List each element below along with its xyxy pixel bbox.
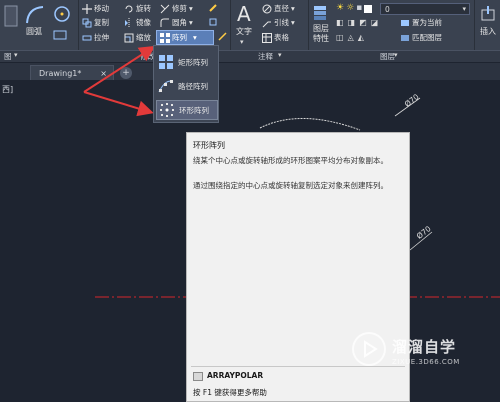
trim-dropdown-icon[interactable]: ▾ <box>189 2 193 16</box>
rotate-icon <box>124 4 134 14</box>
array-dropdown-menu: 矩形阵列 路径阵列 环形阵列 <box>153 45 219 123</box>
layer-state-icons: ☀ ☼ ▪ <box>336 3 386 15</box>
layer-combo-dropdown-icon[interactable]: ▾ <box>462 4 466 15</box>
explode-icon[interactable] <box>208 17 218 27</box>
scale-button[interactable]: 缩放 <box>124 31 151 45</box>
color-swatch-icon[interactable] <box>364 5 373 13</box>
tooltip-help-hint: 按 F1 键获得更多帮助 <box>193 388 267 397</box>
rotate-button[interactable]: 旋转 <box>124 2 151 16</box>
layer-off-icon[interactable]: ◩ <box>359 18 367 30</box>
layer-properties-icon[interactable] <box>312 4 330 22</box>
watermark-name: 溜溜自学 <box>392 338 457 356</box>
layer-tools-row2-icons: ◫ ◬ ◭ <box>336 33 384 45</box>
layer-merge-icon[interactable]: ◬ <box>348 33 354 45</box>
copy-button[interactable]: 复制 <box>82 16 109 30</box>
path-array-icon <box>158 78 174 94</box>
array-icon <box>160 32 170 43</box>
layer-freeze-icon[interactable]: ◨ <box>348 18 356 30</box>
circle-tool-icon[interactable] <box>52 4 72 24</box>
text-dropdown-icon[interactable]: ▾ <box>240 38 244 46</box>
document-tab-bar: Drawing1* × + <box>0 63 500 80</box>
draw-panel-expand-icon[interactable]: ▾ <box>14 51 18 59</box>
ribbon-panel-title-bar: 图 ▾ 修改 注释 ▾ 图层 ▾ <box>0 50 500 62</box>
leader-icon <box>262 18 272 28</box>
set-current-icon <box>400 18 410 28</box>
fillet-button[interactable]: 圆角 ▾ <box>160 16 193 30</box>
arc-tool-label: 圆弧 <box>26 27 42 36</box>
menu-item-path-array[interactable]: 路径阵列 <box>156 76 218 96</box>
lightbulb-icon[interactable]: ☀ <box>336 3 344 15</box>
table-button[interactable]: 表格 <box>262 31 289 45</box>
dimension-icon <box>262 4 272 14</box>
watermark: 溜溜自学 ZIXUE.3D66.COM <box>352 322 470 394</box>
offset-icon[interactable] <box>218 32 228 42</box>
tooltip-title: 环形阵列 <box>193 141 225 150</box>
copy-icon <box>82 18 92 28</box>
move-icon <box>82 4 92 14</box>
mirror-icon <box>124 18 134 28</box>
trim-button[interactable]: 修剪 ▾ <box>160 2 193 16</box>
polar-array-icon <box>159 102 175 118</box>
stretch-button[interactable]: 拉伸 <box>82 31 109 45</box>
command-icon <box>193 372 203 381</box>
arc-tool-icon[interactable] <box>24 4 46 26</box>
watermark-logo-icon <box>352 332 386 366</box>
scale-icon <box>124 33 134 43</box>
sun-icon[interactable]: ☼ <box>346 3 354 15</box>
menu-item-rectangular-array[interactable]: 矩形阵列 <box>156 52 218 72</box>
stretch-icon <box>82 33 92 43</box>
layer-properties-label: 图层 特性 <box>313 24 329 43</box>
draw-panel-title[interactable]: 图 <box>4 51 12 63</box>
array-button[interactable]: 阵列 ▾ <box>156 30 214 45</box>
move-button[interactable]: 移动 <box>82 2 109 16</box>
layer-lock-icon[interactable]: ◪ <box>371 18 379 30</box>
line-tool-icon[interactable] <box>4 4 18 28</box>
text-tool-label: 文字 <box>236 27 252 36</box>
array-dropdown-icon[interactable]: ▾ <box>193 33 197 42</box>
table-icon <box>262 33 272 43</box>
fillet-icon <box>160 18 170 28</box>
tab-drawing1[interactable]: Drawing1* × <box>30 65 114 80</box>
new-tab-button[interactable]: + <box>120 67 132 79</box>
tooltip-command-name: ARRAYPOLAR <box>207 371 264 380</box>
tab-close-icon[interactable]: × <box>100 66 107 81</box>
fillet-dropdown-icon[interactable]: ▾ <box>189 16 193 30</box>
viewport-label[interactable]: 西] <box>2 84 13 95</box>
dimension-dropdown-icon[interactable]: ▾ <box>291 2 295 16</box>
insert-block-icon[interactable] <box>480 6 496 22</box>
circle-arc <box>259 117 361 131</box>
annotation-panel-expand-icon[interactable]: ▾ <box>278 51 282 59</box>
tooltip-description-detail: 通过围绕指定的中心点或旋转轴复制选定对象来创建阵列。 <box>193 181 388 190</box>
menu-item-polar-array[interactable]: 环形阵列 <box>156 100 218 120</box>
layers-panel-expand-icon[interactable]: ▾ <box>394 51 398 59</box>
match-layer-icon <box>400 33 410 43</box>
polyline-icon[interactable] <box>52 28 68 42</box>
ribbon: 圆弧 移动 旋转 修剪 ▾ 复制 镜像 圆角 ▾ 拉伸 缩放 阵列 ▾ A 文字… <box>0 0 500 62</box>
dimension-button[interactable]: 直径 ▾ <box>262 2 295 16</box>
set-current-button[interactable]: 置为当前 <box>400 16 442 30</box>
erase-icon[interactable] <box>208 3 218 13</box>
tooltip-description: 绕某个中心点或旋转轴形成的环形图案平均分布对象副本。 <box>193 156 388 165</box>
layer-delete-icon[interactable]: ◭ <box>358 33 364 45</box>
layer-walk-icon[interactable]: ◫ <box>336 33 344 45</box>
layer-tools-row-icons: ◧ ◨ ◩ ◪ <box>336 18 384 30</box>
svg-text:A: A <box>237 2 251 24</box>
lock-icon[interactable]: ▪ <box>356 3 362 15</box>
rectangular-array-icon <box>158 54 174 70</box>
text-tool-icon[interactable]: A <box>236 2 254 26</box>
mirror-button[interactable]: 镜像 <box>124 16 151 30</box>
layers-panel-title[interactable]: 图层 <box>380 51 395 63</box>
layer-isolate-icon[interactable]: ◧ <box>336 18 344 30</box>
annotation-panel-title[interactable]: 注释 <box>258 51 273 63</box>
trim-icon <box>160 4 170 14</box>
leader-button[interactable]: 引线 ▾ <box>262 16 295 30</box>
match-layer-button[interactable]: 匹配图层 <box>400 31 442 45</box>
insert-label: 插入 <box>480 27 496 36</box>
layer-combo[interactable]: 0 ▾ <box>380 3 470 15</box>
leader-dropdown-icon[interactable]: ▾ <box>291 16 295 30</box>
watermark-url: ZIXUE.3D66.COM <box>392 358 460 366</box>
